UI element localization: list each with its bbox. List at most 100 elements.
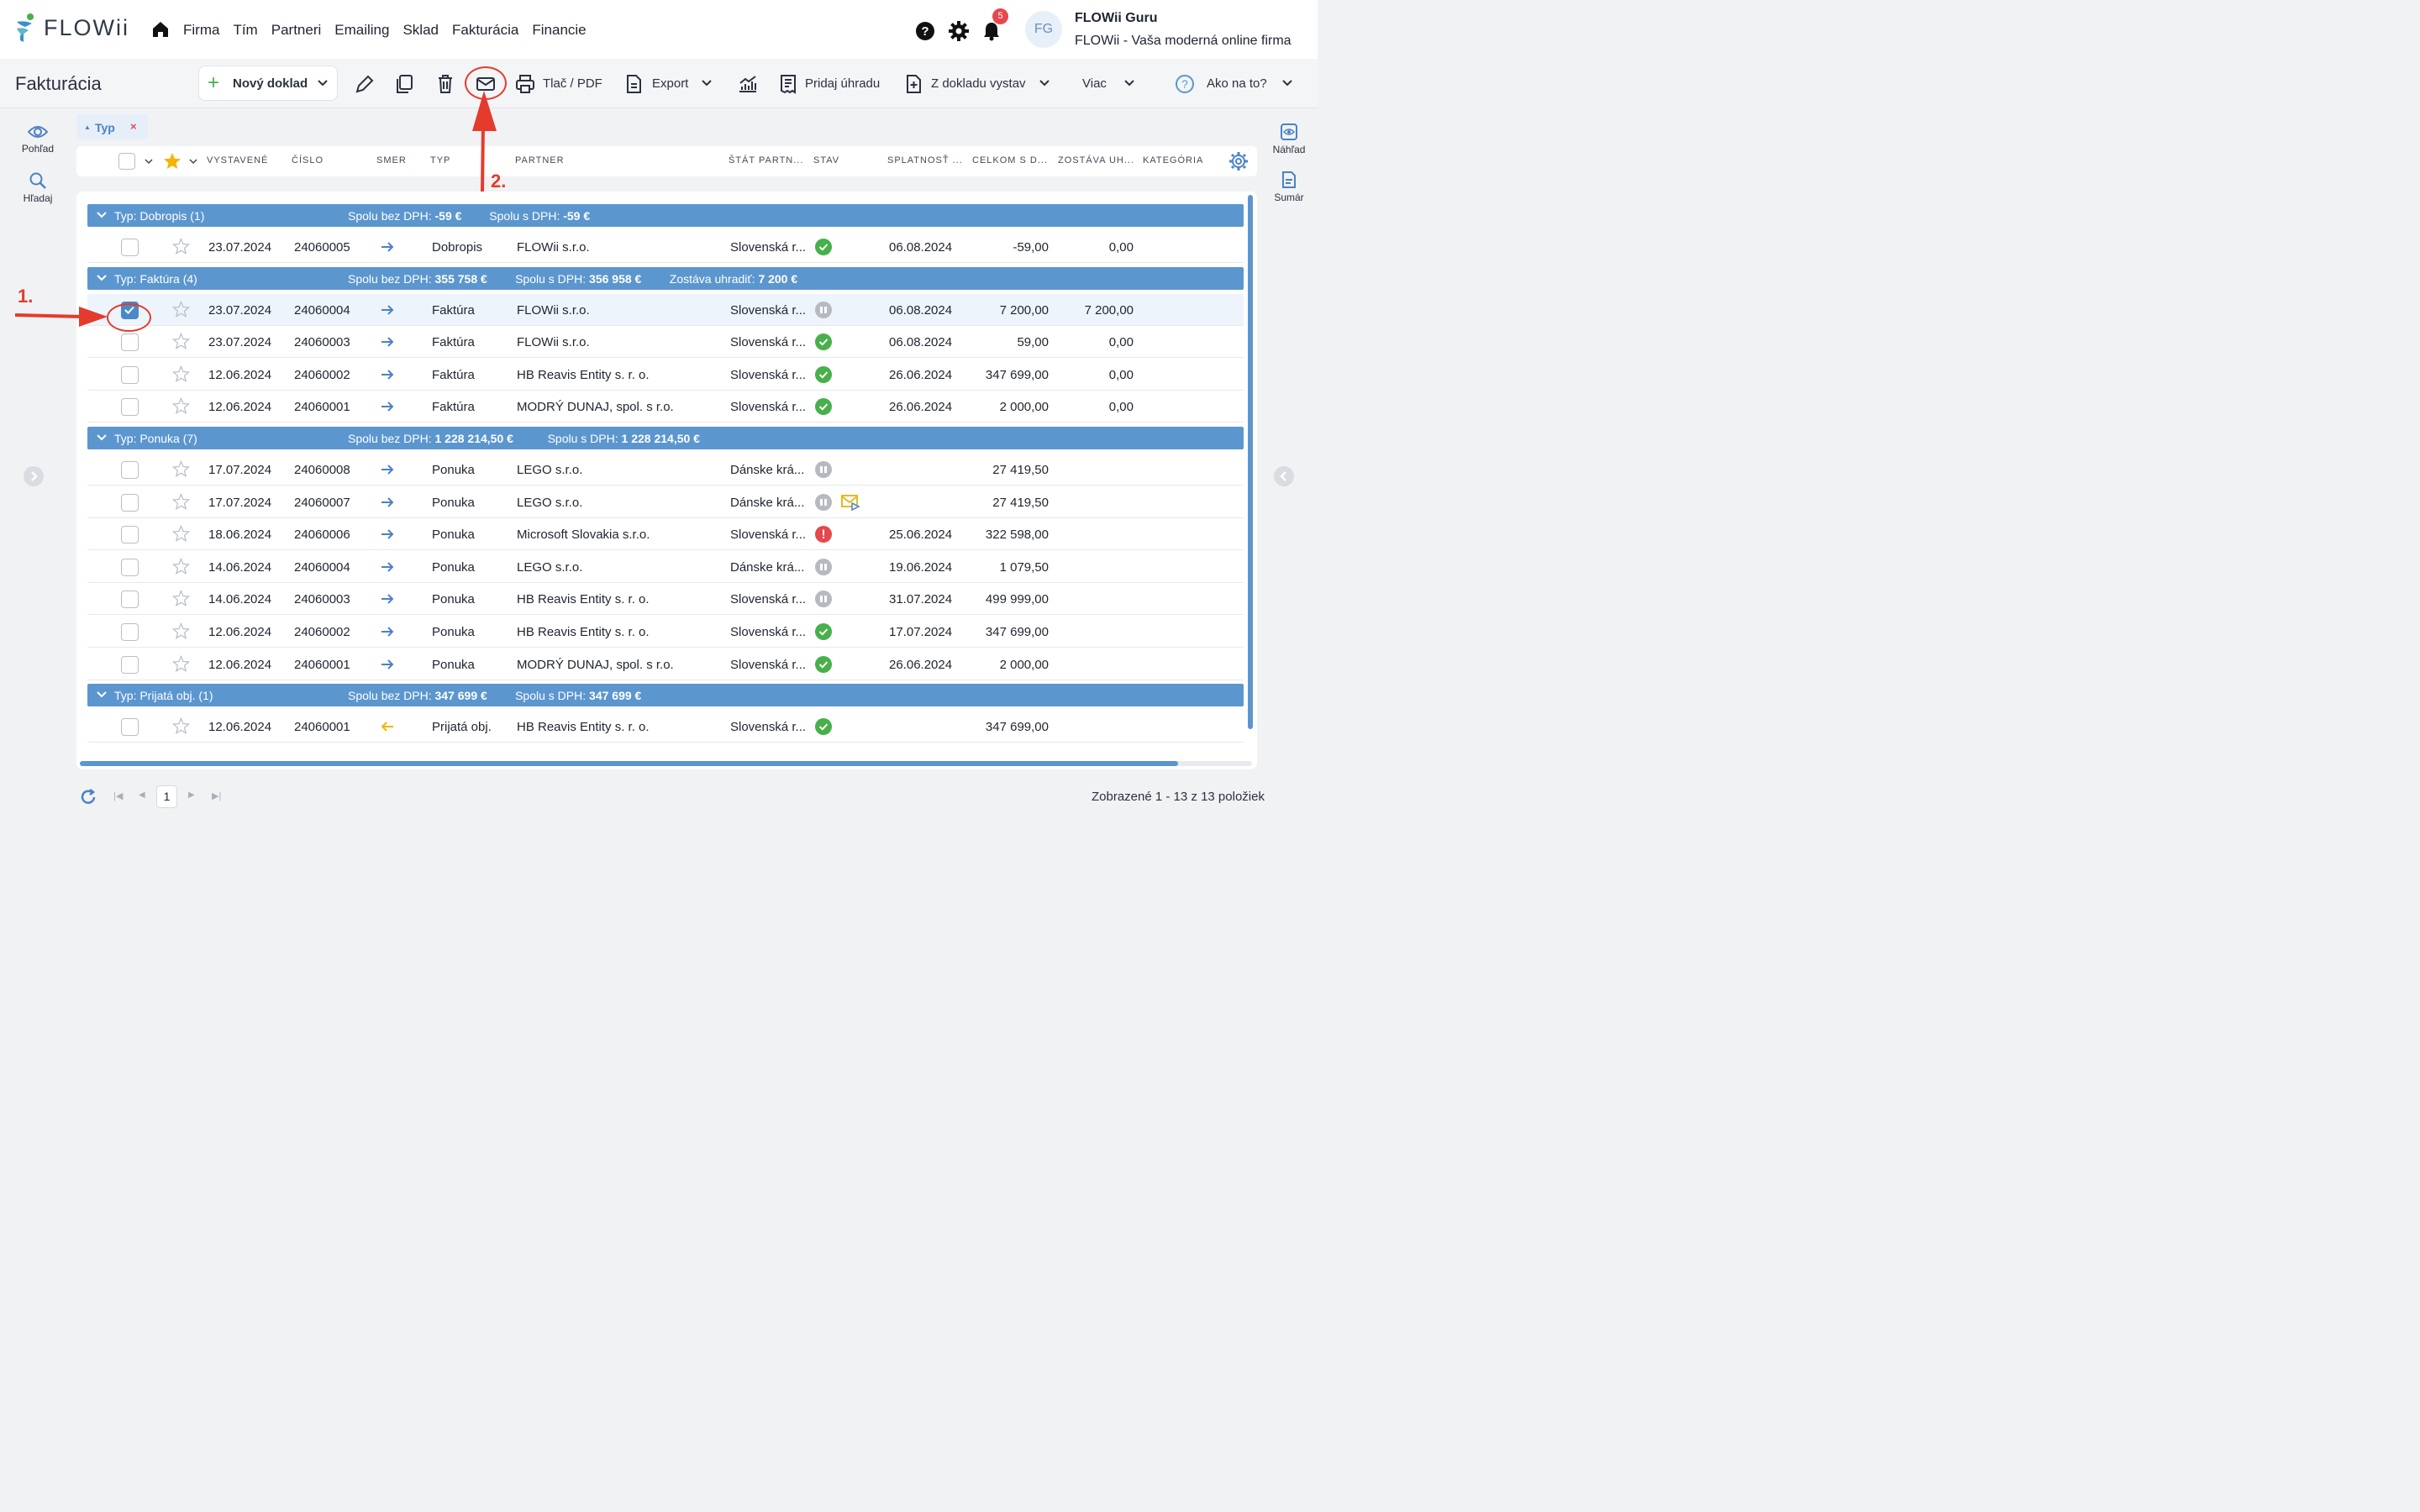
col-issued[interactable]: VYSTAVENÉ [207, 155, 268, 165]
table-row[interactable]: 23.07.2024 24060005 Dobropis FLOWii s.r.o. S… [87, 231, 1244, 263]
col-category[interactable]: KATEGÓRIA [1143, 155, 1203, 165]
cell-partner[interactable]: FLOWii s.r.o. [517, 335, 590, 349]
nav-tim[interactable]: Tím [233, 22, 257, 39]
nav-partneri[interactable]: Partneri [271, 22, 322, 39]
table-row[interactable]: 17.07.2024 24060008 Ponuka LEGO s.r.o. Dánsk… [87, 454, 1244, 486]
add-payment-label[interactable]: Pridaj úhradu [805, 76, 880, 91]
prev-page-icon[interactable]: ◀ [139, 790, 145, 800]
cell-partner[interactable]: Microsoft Slovakia s.r.o. [517, 528, 650, 542]
help-icon[interactable]: ? [915, 21, 935, 41]
nav-emailing[interactable]: Emailing [334, 22, 389, 39]
cell-number[interactable]: 24060001 [294, 400, 350, 414]
col-direction[interactable]: SMER [376, 155, 407, 165]
table-row[interactable]: 23.07.2024 24060003 Faktúra FLOWii s.r.o. Sl… [87, 326, 1244, 359]
help-chevron-down-icon[interactable] [1281, 77, 1293, 89]
col-total[interactable]: CELKOM S D... [972, 155, 1048, 165]
row-checkbox[interactable] [121, 623, 139, 641]
group-collapse-chevron-icon[interactable] [96, 209, 108, 221]
group-header[interactable]: Typ: Ponuka (7) Spolu bez DPH: 1 228 214,… [87, 427, 1244, 449]
table-row[interactable]: 12.06.2024 24060002 Faktúra HB Reavis Entit… [87, 359, 1244, 391]
collapse-left-button[interactable] [24, 466, 44, 486]
group-collapse-chevron-icon[interactable] [96, 432, 108, 444]
favorite-star-icon[interactable] [172, 654, 190, 673]
filter-chip-remove-icon[interactable]: × [130, 120, 137, 133]
last-page-icon[interactable]: ▶| [212, 790, 221, 801]
cell-number[interactable]: 24060006 [294, 528, 350, 542]
export-label[interactable]: Export [652, 76, 688, 91]
favorite-star-icon[interactable] [172, 622, 190, 640]
row-checkbox[interactable] [121, 365, 139, 384]
current-page[interactable]: 1 [156, 785, 177, 808]
filter-chip-type[interactable]: ▲ Typ × [76, 114, 148, 139]
cell-number[interactable]: 24060004 [294, 303, 350, 318]
col-status[interactable]: STAV [813, 155, 839, 165]
new-from-document-icon[interactable] [902, 73, 924, 95]
favorite-star-filled-icon[interactable] [163, 152, 182, 171]
user-name[interactable]: FLOWii Guru [1075, 11, 1158, 26]
more-label[interactable]: Viac [1082, 76, 1107, 91]
sidebar-search[interactable]: Hľadaj [0, 171, 76, 204]
horizontal-scrollbar[interactable] [80, 761, 1178, 766]
print-pdf-label[interactable]: Tlač / PDF [543, 76, 602, 91]
cell-partner[interactable]: MODRÝ DUNAJ, spol. s r.o. [517, 658, 674, 672]
group-header[interactable]: Typ: Prijatá obj. (1) Spolu bez DPH: 347 … [87, 684, 1244, 707]
select-all-checkbox[interactable] [118, 153, 135, 170]
table-row[interactable]: 12.06.2024 24060001 Faktúra MODRÝ DUNAJ, sp… [87, 391, 1244, 423]
table-row[interactable]: 14.06.2024 24060004 Ponuka LEGO s.r.o. Dánsk… [87, 551, 1244, 583]
select-chevron-down-icon[interactable] [144, 156, 154, 166]
new-document-button[interactable]: + Nový doklad [198, 66, 338, 101]
nav-firma[interactable]: Firma [183, 22, 219, 39]
stats-chart-icon[interactable] [737, 73, 759, 95]
table-row[interactable]: 18.06.2024 24060006 Ponuka Microsoft Slovak… [87, 518, 1244, 551]
edit-pencil-icon[interactable] [354, 73, 376, 95]
settings-gear-icon[interactable] [949, 21, 969, 41]
next-page-icon[interactable]: ▶ [188, 790, 195, 800]
table-row[interactable]: 12.06.2024 24060002 Ponuka HB Reavis Entity… [87, 616, 1244, 648]
cell-partner[interactable]: HB Reavis Entity s. r. o. [517, 368, 650, 382]
cell-partner[interactable]: FLOWii s.r.o. [517, 303, 590, 318]
favorite-star-icon[interactable] [172, 557, 190, 575]
table-row[interactable]: 12.06.2024 24060001 Ponuka MODRÝ DUNAJ, spo… [87, 648, 1244, 680]
favorite-star-icon[interactable] [172, 300, 190, 318]
user-firm[interactable]: FLOWii - Vaša moderná online firma [1075, 34, 1292, 49]
favorite-star-icon[interactable] [172, 717, 190, 735]
delete-trash-icon[interactable] [434, 73, 456, 95]
new-from-document-label[interactable]: Z dokladu vystav [931, 76, 1026, 91]
row-checkbox[interactable] [121, 461, 139, 479]
collapse-right-button[interactable] [1274, 466, 1294, 486]
favorite-star-icon[interactable] [172, 238, 190, 255]
add-payment-receipt-icon[interactable] [777, 73, 799, 95]
sidebar-summary[interactable]: Sumár [1251, 171, 1327, 203]
cell-partner[interactable]: HB Reavis Entity s. r. o. [517, 720, 650, 734]
cell-number[interactable]: 24060004 [294, 560, 350, 575]
more-chevron-down-icon[interactable] [1123, 77, 1135, 89]
row-checkbox[interactable] [121, 333, 139, 352]
nav-financie[interactable]: Financie [532, 22, 586, 39]
column-settings-gear-icon[interactable] [1228, 151, 1249, 171]
favorite-star-icon[interactable] [172, 333, 190, 350]
sidebar-view[interactable]: Pohľad [0, 123, 76, 155]
print-icon[interactable] [514, 73, 536, 95]
favorite-star-icon[interactable] [172, 525, 190, 543]
cell-partner[interactable]: LEGO s.r.o. [517, 496, 582, 510]
export-document-icon[interactable] [623, 73, 644, 95]
cell-partner[interactable]: MODRÝ DUNAJ, spol. s r.o. [517, 400, 674, 414]
row-checkbox[interactable] [121, 655, 139, 674]
col-number[interactable]: ČÍSLO [292, 155, 324, 165]
favorite-star-icon[interactable] [172, 397, 190, 415]
row-checkbox[interactable] [121, 526, 139, 544]
favorite-star-icon[interactable] [172, 365, 190, 383]
help-label[interactable]: Ako na to? [1207, 76, 1267, 91]
cell-partner[interactable]: LEGO s.r.o. [517, 463, 582, 477]
cell-partner[interactable]: HB Reavis Entity s. r. o. [517, 625, 650, 639]
favorite-star-icon[interactable] [172, 460, 190, 478]
logo[interactable]: FLOWii [13, 13, 129, 42]
table-row[interactable]: 17.07.2024 24060007 Ponuka LEGO s.r.o. Dánsk… [87, 486, 1244, 518]
cell-number[interactable]: 24060002 [294, 368, 350, 382]
row-checkbox[interactable] [121, 493, 139, 512]
cell-number[interactable]: 24060002 [294, 625, 350, 639]
cell-number[interactable]: 24060003 [294, 592, 350, 606]
row-checkbox[interactable] [121, 558, 139, 576]
table-row[interactable]: 23.07.2024 24060004 Faktúra FLOWii s.r.o. Sl… [87, 293, 1244, 326]
nav-fakturacia[interactable]: Fakturácia [452, 22, 518, 39]
